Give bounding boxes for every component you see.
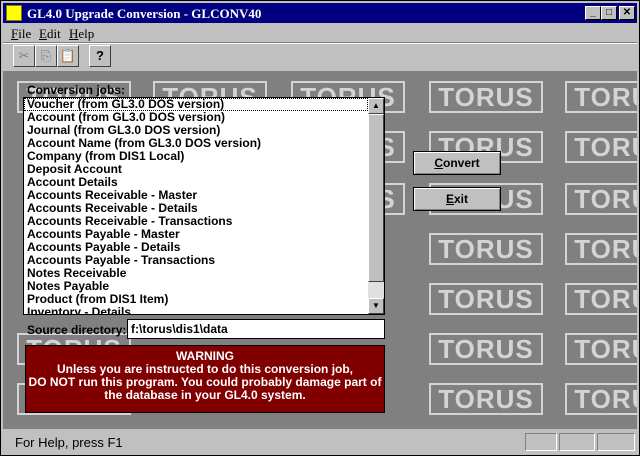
- menu-help[interactable]: Help: [69, 26, 94, 42]
- list-item[interactable]: Inventory - Details: [24, 306, 368, 315]
- status-panel: [559, 433, 595, 451]
- conversion-jobs-label: Conversion jobs:: [27, 83, 126, 97]
- help-icon[interactable]: ?: [89, 45, 111, 67]
- app-icon[interactable]: [6, 5, 22, 21]
- torus-logo: TORUS: [565, 81, 637, 113]
- scroll-thumb[interactable]: [368, 114, 384, 282]
- torus-logo: TORUS: [565, 383, 637, 415]
- torus-logo: TORUS: [429, 81, 543, 113]
- app-window: GL4.0 Upgrade Conversion - GLCONV40 _ □ …: [0, 0, 640, 456]
- warning-line: the database in your GL4.0 system.: [104, 388, 306, 402]
- copy-icon[interactable]: ⎘: [35, 45, 57, 67]
- conversion-jobs-list[interactable]: Voucher (from GL3.0 DOS version) Account…: [23, 97, 385, 315]
- list-scrollbar[interactable]: ▲ ▼: [368, 98, 384, 314]
- cut-icon[interactable]: ✂: [13, 45, 35, 67]
- minimize-button[interactable]: _: [585, 6, 601, 20]
- torus-logo: TORUS: [429, 283, 543, 315]
- warning-panel: WARNING Unless you are instructed to do …: [25, 345, 385, 413]
- exit-button[interactable]: Exit: [413, 187, 501, 211]
- window-title: GL4.0 Upgrade Conversion - GLCONV40: [27, 6, 262, 21]
- paste-icon[interactable]: 📋: [57, 45, 79, 67]
- maximize-button[interactable]: □: [601, 6, 617, 20]
- source-directory-input[interactable]: f:\torus\dis1\data: [127, 319, 385, 339]
- title-bar[interactable]: GL4.0 Upgrade Conversion - GLCONV40 _ □ …: [3, 3, 637, 23]
- torus-logo: TORUS: [429, 333, 543, 365]
- toolbar-separator: [3, 42, 637, 44]
- status-panel: [597, 433, 635, 451]
- menu-file[interactable]: File: [11, 26, 31, 42]
- client-area: TORUS TORUS TORUS TORUS TORUS TORUS TORU…: [3, 71, 637, 429]
- torus-logo: TORUS: [565, 333, 637, 365]
- status-panel: [525, 433, 557, 451]
- torus-logo: TORUS: [565, 131, 637, 163]
- status-text: For Help, press F1: [15, 435, 123, 450]
- convert-button[interactable]: Convert: [413, 151, 501, 175]
- torus-logo: TORUS: [429, 233, 543, 265]
- source-directory-label: Source directory:: [27, 323, 127, 337]
- torus-logo: TORUS: [565, 283, 637, 315]
- menu-bar: File Edit Help: [3, 24, 637, 42]
- torus-logo: TORUS: [565, 233, 637, 265]
- scroll-up-icon[interactable]: ▲: [368, 98, 384, 114]
- scroll-down-icon[interactable]: ▼: [368, 298, 384, 314]
- close-button[interactable]: ✕: [619, 6, 635, 20]
- torus-logo: TORUS: [429, 383, 543, 415]
- status-bar: For Help, press F1: [3, 431, 637, 455]
- torus-logo: TORUS: [565, 183, 637, 215]
- menu-edit[interactable]: Edit: [39, 26, 61, 42]
